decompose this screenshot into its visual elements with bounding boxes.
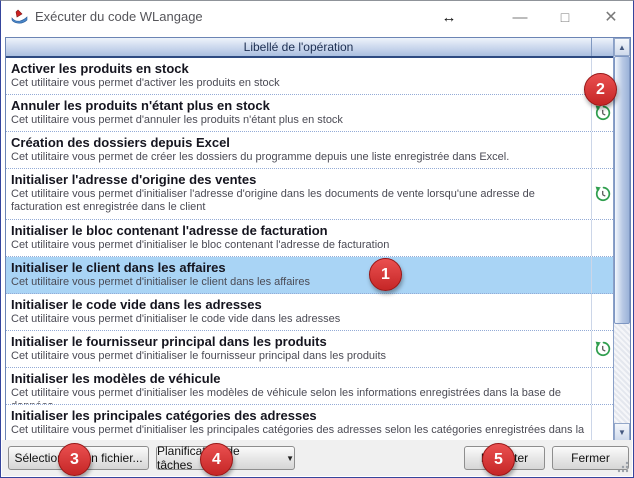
table-row[interactable]: Initialiser le client dans les affairesC…: [6, 257, 613, 294]
resize-grip[interactable]: [616, 460, 630, 474]
resize-arrows-icon[interactable]: ↔: [438, 1, 460, 33]
row-icon-cell: [591, 169, 613, 219]
row-title: Initialiser le fournisseur principal dan…: [11, 333, 586, 350]
row-description: Cet utilitaire vous permet d'initialiser…: [11, 424, 586, 437]
table-row[interactable]: Initialiser le bloc contenant l'adresse …: [6, 220, 613, 257]
scrollbar-track[interactable]: [614, 324, 630, 423]
row-description: Cet utilitaire vous permet d'annuler les…: [11, 114, 586, 127]
annotation-badge-5: 5: [482, 443, 515, 476]
close-dialog-label: Fermer: [571, 451, 610, 465]
row-icon-cell: [591, 368, 613, 404]
row-title: Initialiser les principales catégories d…: [11, 407, 586, 424]
row-title: Initialiser le client dans les affaires: [11, 259, 586, 276]
row-description: Cet utilitaire vous permet d'activer les…: [11, 77, 586, 90]
row-text-cell: Initialiser le bloc contenant l'adresse …: [6, 220, 591, 256]
row-title: Initialiser le bloc contenant l'adresse …: [11, 222, 586, 239]
vertical-scrollbar[interactable]: ▲ ▼: [613, 38, 630, 441]
row-title: Annuler les produits n'étant plus en sto…: [11, 97, 586, 114]
dialog-executer-code-wlangage: Exécuter du code WLangage ↔ — □ ✕ Libell…: [0, 0, 634, 478]
row-text-cell: Initialiser l'adresse d'origine des vent…: [6, 169, 591, 219]
window-title: Exécuter du code WLangage: [35, 9, 203, 24]
row-title: Initialiser l'adresse d'origine des vent…: [11, 171, 586, 188]
row-icon-cell: [591, 331, 613, 367]
row-icon-cell: [591, 220, 613, 256]
row-description: Cet utilitaire vous permet d'initialiser…: [11, 276, 586, 289]
row-text-cell: Initialiser le client dans les affairesC…: [6, 257, 591, 293]
row-icon-cell: [591, 132, 613, 168]
table-row[interactable]: Activer les produits en stockCet utilita…: [6, 58, 613, 95]
row-text-cell: Annuler les produits n'étant plus en sto…: [6, 95, 591, 131]
annotation-badge-3: 3: [58, 443, 91, 476]
scroll-down-button[interactable]: ▼: [614, 423, 630, 441]
column-header-icon: [591, 38, 613, 56]
maximize-button[interactable]: □: [551, 1, 579, 33]
column-header-libelle[interactable]: Libellé de l'opération: [6, 38, 591, 56]
row-text-cell: Création des dossiers depuis ExcelCet ut…: [6, 132, 591, 168]
history-icon: [594, 105, 611, 122]
row-description: Cet utilitaire vous permet de créer les …: [11, 151, 586, 164]
row-text-cell: Initialiser les principales catégories d…: [6, 405, 591, 441]
table-row[interactable]: Annuler les produits n'étant plus en sto…: [6, 95, 613, 132]
table-row[interactable]: Initialiser le fournisseur principal dan…: [6, 331, 613, 368]
dropdown-arrow-icon: ▼: [286, 454, 294, 463]
button-bar: Sélectionner un fichier... Planificateur…: [2, 440, 632, 476]
row-description: Cet utilitaire vous permet d'initialiser…: [11, 387, 586, 404]
row-title: Initialiser les modèles de véhicule: [11, 370, 586, 387]
row-icon-cell: [591, 405, 613, 441]
operations-table: Libellé de l'opération Activer les produ…: [5, 37, 631, 442]
table-header-row: Libellé de l'opération: [6, 38, 613, 58]
annotation-badge-2: 2: [584, 73, 617, 106]
row-text-cell: Initialiser le fournisseur principal dan…: [6, 331, 591, 367]
title-bar: Exécuter du code WLangage ↔ — □ ✕: [1, 1, 633, 33]
table-row[interactable]: Initialiser le code vide dans les adress…: [6, 294, 613, 331]
table-rows: Activer les produits en stockCet utilita…: [6, 58, 613, 441]
history-icon: [594, 186, 611, 203]
row-icon-cell: [591, 294, 613, 330]
row-text-cell: Initialiser le code vide dans les adress…: [6, 294, 591, 330]
row-description: Cet utilitaire vous permet d'initialiser…: [11, 239, 586, 252]
wlangage-app-icon: [11, 9, 29, 25]
scroll-up-button[interactable]: ▲: [614, 38, 630, 56]
annotation-badge-4: 4: [200, 443, 233, 476]
table-row[interactable]: Création des dossiers depuis ExcelCet ut…: [6, 132, 613, 169]
history-icon: [594, 341, 611, 358]
row-text-cell: Initialiser les modèles de véhiculeCet u…: [6, 368, 591, 404]
annotation-badge-1: 1: [369, 258, 402, 291]
minimize-button[interactable]: —: [506, 1, 534, 33]
scrollbar-thumb[interactable]: [614, 56, 630, 324]
row-title: Création des dossiers depuis Excel: [11, 134, 586, 151]
table-row[interactable]: Initialiser les principales catégories d…: [6, 405, 613, 441]
close-button[interactable]: ✕: [597, 1, 625, 33]
row-title: Initialiser le code vide dans les adress…: [11, 296, 586, 313]
row-description: Cet utilitaire vous permet d'initialiser…: [11, 188, 586, 213]
row-description: Cet utilitaire vous permet d'initialiser…: [11, 313, 586, 326]
table-row[interactable]: Initialiser l'adresse d'origine des vent…: [6, 169, 613, 220]
row-icon-cell: [591, 257, 613, 293]
row-text-cell: Activer les produits en stockCet utilita…: [6, 58, 591, 94]
table-row[interactable]: Initialiser les modèles de véhiculeCet u…: [6, 368, 613, 405]
row-title: Activer les produits en stock: [11, 60, 586, 77]
row-description: Cet utilitaire vous permet d'initialiser…: [11, 350, 586, 363]
